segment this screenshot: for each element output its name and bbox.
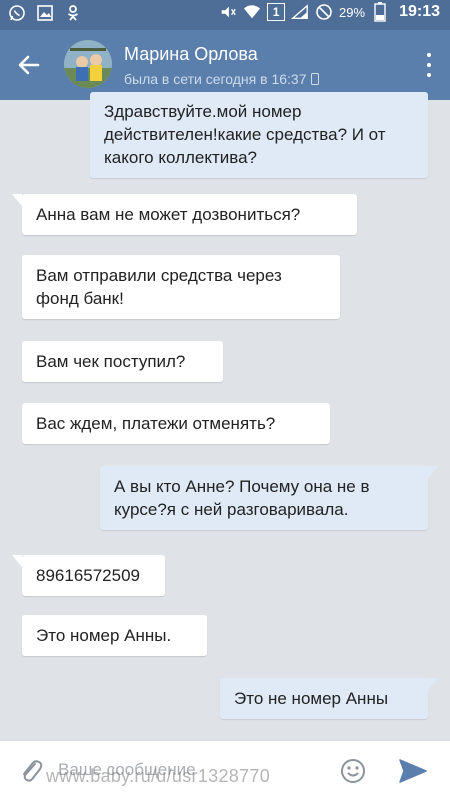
odnoklassniki-icon [64, 4, 82, 22]
battery-icon [371, 2, 389, 22]
no-sim-icon [315, 3, 333, 21]
status-right-icons: 1 29% 19:13 [219, 2, 440, 22]
chat-header: Марина Орлова была в сети сегодня в 16:3… [0, 30, 450, 100]
paperclip-icon [23, 760, 43, 782]
avatar[interactable] [64, 40, 112, 88]
back-arrow-icon [18, 55, 40, 75]
network-badge: 1 [267, 3, 286, 21]
emoji-icon [341, 759, 365, 783]
message-outgoing[interactable]: Это не номер Анны [220, 678, 438, 719]
message-input[interactable] [58, 753, 328, 787]
status-bar: 1 29% 19:13 [0, 0, 450, 30]
send-icon [399, 759, 427, 783]
back-button[interactable] [14, 50, 44, 80]
message-incoming[interactable]: Вам отправили средства через фонд банк! [22, 255, 340, 319]
more-vert-icon [427, 73, 431, 77]
message-incoming[interactable]: Вам чек поступил? [22, 341, 223, 382]
composer-bar [0, 740, 450, 800]
message-incoming[interactable]: Вас ждем, платежи отменять? [22, 403, 330, 444]
gallery-icon [36, 4, 54, 22]
whatsapp-icon [8, 4, 26, 22]
attach-button[interactable] [18, 757, 44, 785]
phone-icon [310, 73, 319, 85]
contact-status-text: была в сети сегодня в 16:37 [124, 71, 307, 87]
more-vert-icon [427, 53, 431, 57]
status-left-icons [8, 4, 82, 22]
message-list[interactable]: Здравствуйте.мой номер действителен!каки… [0, 92, 450, 740]
message-outgoing[interactable]: Здравствуйте.мой номер действителен!каки… [90, 92, 428, 178]
message-incoming[interactable]: Анна вам не может дозвониться? [12, 194, 357, 235]
battery-percent: 29% [339, 4, 366, 20]
network-badge-label: 1 [272, 5, 280, 19]
emoji-button[interactable] [340, 758, 366, 784]
message-incoming[interactable]: Это номер Анны. [22, 615, 207, 656]
more-menu-button[interactable] [426, 53, 432, 77]
mute-icon [219, 3, 237, 21]
signal-icon [291, 3, 309, 21]
message-outgoing[interactable]: А вы кто Анне? Почему она не в курсе?я с… [100, 466, 438, 530]
send-button[interactable] [398, 757, 428, 785]
more-vert-icon [427, 63, 431, 67]
wifi-icon [243, 3, 261, 21]
contact-status: была в сети сегодня в 16:37 [124, 71, 319, 87]
contact-name[interactable]: Марина Орлова [124, 44, 258, 65]
message-incoming[interactable]: 89616572509 [12, 555, 165, 596]
clock: 19:13 [399, 3, 440, 20]
